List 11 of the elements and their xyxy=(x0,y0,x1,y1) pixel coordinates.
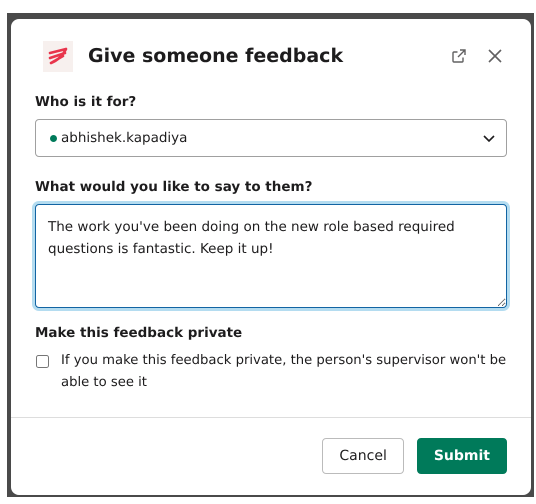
field-label: Who is it for? xyxy=(35,94,138,110)
field-label: Make this feedback private xyxy=(35,325,244,341)
cancel-button[interactable]: Cancel xyxy=(322,438,404,474)
logo-icon xyxy=(43,40,73,72)
submit-button[interactable]: Submit xyxy=(416,438,507,474)
checkbox-label: If you make this feedback private, the person's supervisor won't be able to see it xyxy=(61,352,507,392)
recipient-select[interactable]: abhishek.kapadiya xyxy=(35,119,507,157)
private-checkbox[interactable] xyxy=(36,355,49,368)
field-label: What would you like to say to them? xyxy=(35,179,314,195)
message-field[interactable]: The work you've been doing on the new role based required questions is fantastic. Keep it up! xyxy=(35,204,507,308)
dialog-title: Give someone feedback xyxy=(88,45,344,67)
